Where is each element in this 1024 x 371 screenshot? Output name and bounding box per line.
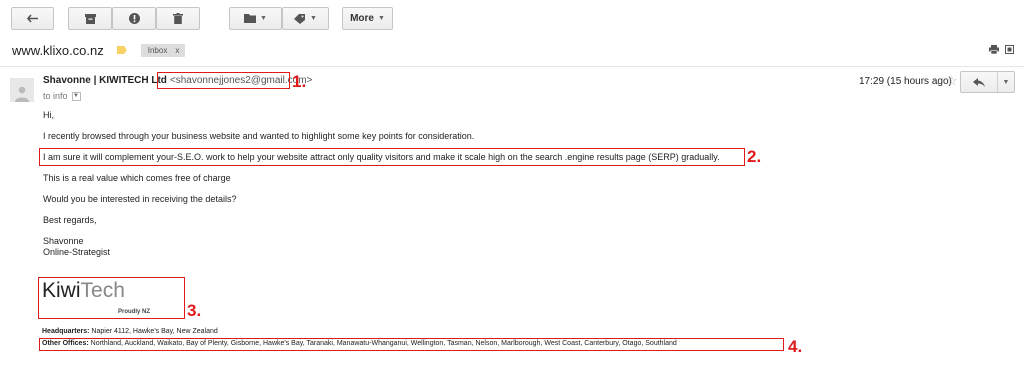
chevron-down-icon: ▼ bbox=[377, 15, 385, 22]
inbox-label-chip[interactable]: Inbox x bbox=[140, 43, 186, 57]
sender-name[interactable]: Shavonne | KIWITECH Ltd bbox=[43, 75, 167, 86]
headquarters-label: Headquarters: bbox=[42, 328, 90, 335]
more-label: More bbox=[350, 13, 374, 24]
move-to-button[interactable]: ▼ bbox=[229, 7, 282, 30]
new-window-icon[interactable] bbox=[1005, 45, 1014, 54]
subject-row: www.klixo.co.nz Inbox x bbox=[12, 41, 186, 59]
body-paragraph-1: I recently browsed through your business… bbox=[43, 131, 475, 141]
recipient-text: to info bbox=[43, 91, 68, 101]
folder-icon bbox=[244, 14, 257, 23]
chevron-down-icon: ▼ bbox=[260, 15, 267, 22]
trash-icon bbox=[173, 13, 183, 24]
show-details-icon[interactable]: ▼ bbox=[71, 91, 81, 101]
annotation-box-3 bbox=[38, 277, 185, 319]
back-button[interactable] bbox=[11, 7, 54, 30]
annotation-number-3: 3. bbox=[187, 301, 202, 320]
body-closing: Best regards, bbox=[43, 215, 97, 225]
report-spam-button[interactable] bbox=[112, 7, 156, 30]
body-paragraph-4: Would you be interested in receiving the… bbox=[43, 194, 237, 204]
header-actions bbox=[989, 45, 1014, 54]
annotation-box-1 bbox=[157, 72, 290, 89]
signature-title: Online-Strategist bbox=[43, 247, 111, 257]
archive-button[interactable] bbox=[68, 7, 112, 30]
annotation-number-2: 2. bbox=[747, 147, 762, 166]
remove-label-icon[interactable]: x bbox=[175, 44, 179, 57]
chevron-down-icon: ▼ bbox=[1002, 78, 1010, 86]
divider bbox=[0, 66, 1024, 67]
signature-name: Shavonne bbox=[43, 236, 84, 246]
more-button[interactable]: More ▼ bbox=[342, 7, 393, 30]
person-icon bbox=[15, 86, 29, 102]
body-paragraph-3: This is a real value which comes free of… bbox=[43, 173, 231, 183]
labels-button[interactable]: ▼ bbox=[282, 7, 329, 30]
reply-button[interactable] bbox=[961, 72, 998, 92]
star-icon[interactable]: ☆ bbox=[946, 73, 958, 89]
inbox-label-text: Inbox bbox=[147, 45, 168, 55]
annotation-box-2 bbox=[39, 148, 745, 166]
label-icon bbox=[294, 13, 306, 24]
toolbar: ▼ ▼ More ▼ bbox=[0, 0, 1024, 38]
reply-icon bbox=[973, 77, 985, 87]
print-icon[interactable] bbox=[989, 45, 999, 54]
more-actions-button[interactable]: ▼ bbox=[998, 72, 1014, 92]
delete-button[interactable] bbox=[156, 7, 200, 30]
annotation-number-1: 1. bbox=[292, 72, 307, 91]
important-marker-icon[interactable] bbox=[116, 46, 127, 54]
report-spam-icon bbox=[128, 13, 140, 24]
annotation-box-4 bbox=[39, 338, 784, 351]
message-time: 17:29 (15 hours ago) bbox=[859, 76, 952, 87]
avatar[interactable] bbox=[10, 78, 34, 102]
annotation-number-4: 4. bbox=[788, 337, 803, 356]
archive-icon bbox=[84, 13, 96, 24]
email-subject: www.klixo.co.nz bbox=[12, 42, 104, 58]
reply-button-group: ▼ bbox=[960, 71, 1015, 93]
back-arrow-icon bbox=[26, 14, 38, 23]
recipient-line: to info ▼ bbox=[43, 91, 81, 101]
headquarters-line: Headquarters: Napier 4112, Hawke's Bay, … bbox=[42, 328, 218, 335]
chevron-down-icon: ▼ bbox=[310, 15, 317, 22]
body-greeting: Hi, bbox=[43, 110, 54, 120]
headquarters-value: Napier 4112, Hawke's Bay, New Zealand bbox=[91, 328, 218, 335]
